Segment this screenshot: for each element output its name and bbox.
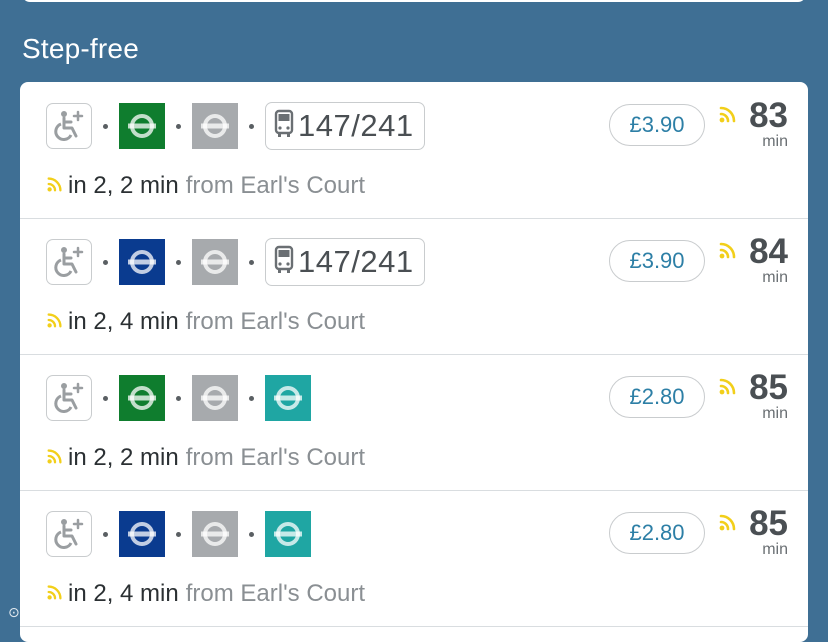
realtime-departure: in 2, 2 min xyxy=(68,172,179,199)
realtime-signal-icon xyxy=(46,172,64,200)
duration-value: 85 xyxy=(749,504,788,543)
realtime-departure: in 2, 2 min xyxy=(68,444,179,471)
route-row[interactable]: 147/241 £3.90 83 min in 2, 2 min from Ea… xyxy=(20,82,808,219)
watermark-logo: ⊙⊙ xyxy=(8,604,32,620)
realtime-info: in 2, 2 min from Earl's Court xyxy=(46,444,365,472)
watermark-text: 大熊德语 xyxy=(37,605,98,622)
bus-route-number: 147/241 xyxy=(298,244,414,279)
duration-value: 85 xyxy=(749,368,788,407)
duration-value: 84 xyxy=(749,232,788,271)
section-title: Step-free xyxy=(22,33,139,64)
route-row[interactable]: £2.80 85 min in 2, 4 min from Earl's Cou… xyxy=(20,490,808,627)
separator-dot xyxy=(103,395,108,401)
roundel-icon xyxy=(119,375,165,421)
route-legs xyxy=(46,510,311,558)
bus-route-number: 147/241 xyxy=(298,108,414,143)
separator-dot xyxy=(176,531,181,537)
separator-dot xyxy=(249,395,254,401)
fare-badge[interactable]: £3.90 xyxy=(609,240,705,282)
duration-unit: min xyxy=(762,541,788,558)
roundel-icon xyxy=(119,239,165,285)
wheelchair-plus-icon xyxy=(46,103,92,149)
duration-value: 83 xyxy=(749,96,788,135)
realtime-info: in 2, 2 min from Earl's Court xyxy=(46,172,365,200)
previous-section-card xyxy=(22,0,806,2)
roundel-icon xyxy=(265,511,311,557)
separator-dot xyxy=(249,123,254,129)
roundel-icon xyxy=(192,375,238,421)
separator-dot xyxy=(249,531,254,537)
bus-icon xyxy=(274,245,294,280)
wheelchair-plus-icon xyxy=(46,375,92,421)
wheelchair-plus-icon xyxy=(46,511,92,557)
roundel-icon xyxy=(119,511,165,557)
departure-station: from Earl's Court xyxy=(185,308,366,335)
route-row[interactable]: £2.80 85 min in 2, 2 min from Earl's Cou… xyxy=(20,354,808,491)
bus-icon xyxy=(274,109,294,144)
journey-duration: 85 min xyxy=(728,370,788,422)
roundel-icon xyxy=(119,103,165,149)
route-legs xyxy=(46,374,311,422)
duration-unit: min xyxy=(762,405,788,422)
fare-badge[interactable]: £2.80 xyxy=(609,376,705,418)
separator-dot xyxy=(176,123,181,129)
separator-dot xyxy=(103,259,108,265)
separator-dot xyxy=(103,531,108,537)
departure-station: from Earl's Court xyxy=(185,172,366,199)
separator-dot xyxy=(176,259,181,265)
route-list: 147/241 £3.90 83 min in 2, 2 min from Ea… xyxy=(20,82,808,642)
bus-leg: 147/241 xyxy=(265,102,425,150)
journey-duration: 84 min xyxy=(728,234,788,286)
wheelchair-plus-icon xyxy=(46,239,92,285)
bus-leg: 147/241 xyxy=(265,238,425,286)
journey-duration: 85 min xyxy=(728,506,788,558)
duration-unit: min xyxy=(762,133,788,150)
roundel-icon xyxy=(192,511,238,557)
journey-duration: 83 min xyxy=(728,98,788,150)
realtime-info: in 2, 4 min from Earl's Court xyxy=(46,308,365,336)
fare-badge[interactable]: £3.90 xyxy=(609,104,705,146)
separator-dot xyxy=(176,395,181,401)
watermark: ⊙⊙ 大熊德语 xyxy=(8,602,97,623)
departure-station: from Earl's Court xyxy=(185,580,366,607)
separator-dot xyxy=(249,259,254,265)
realtime-signal-icon xyxy=(46,308,64,336)
roundel-icon xyxy=(192,103,238,149)
realtime-departure: in 2, 4 min xyxy=(68,308,179,335)
separator-dot xyxy=(103,123,108,129)
route-legs: 147/241 xyxy=(46,238,425,286)
fare-badge[interactable]: £2.80 xyxy=(609,512,705,554)
roundel-icon xyxy=(192,239,238,285)
route-legs: 147/241 xyxy=(46,102,425,150)
departure-station: from Earl's Court xyxy=(185,444,366,471)
roundel-icon xyxy=(265,375,311,421)
realtime-signal-icon xyxy=(46,444,64,472)
route-row[interactable]: 147/241 £3.90 84 min in 2, 4 min from Ea… xyxy=(20,218,808,355)
duration-unit: min xyxy=(762,269,788,286)
